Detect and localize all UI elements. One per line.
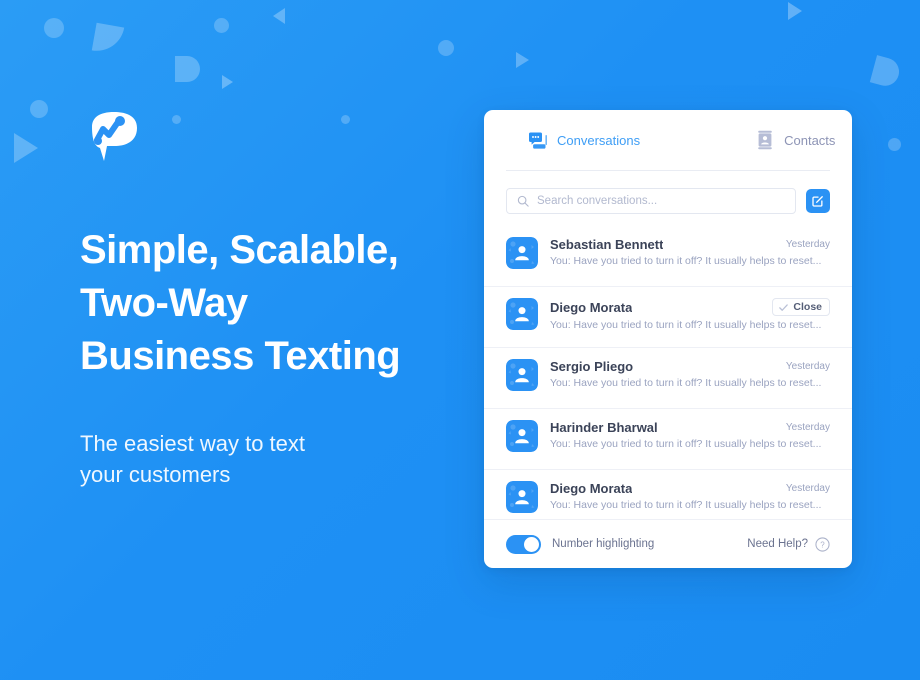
person-avatar-icon xyxy=(506,237,538,269)
conversation-name: Sergio Pliego xyxy=(550,359,634,374)
question-mark-circle-icon: ? xyxy=(815,536,830,552)
conversation-topline: Sergio Pliego Yesterday xyxy=(550,359,830,374)
person-avatar-icon xyxy=(506,298,538,330)
conversation-topline: Harinder Bharwal Yesterday xyxy=(550,420,830,435)
search-row xyxy=(484,171,852,226)
card-footer: Number highlighting Need Help? ? xyxy=(484,519,852,568)
deco-circle xyxy=(438,40,454,56)
check-icon xyxy=(779,303,789,311)
conversation-timestamp: Yesterday xyxy=(785,361,830,372)
need-help-label: Need Help? xyxy=(747,538,808,550)
search-input[interactable] xyxy=(537,195,785,207)
deco-circle xyxy=(30,100,48,118)
deco-triangle xyxy=(14,133,38,163)
number-highlighting-toggle[interactable] xyxy=(506,534,541,554)
deco-triangle xyxy=(222,75,233,89)
conversation-body: Harinder Bharwal Yesterday You: Have you t… xyxy=(550,420,830,450)
deco-half-circle xyxy=(175,56,200,82)
tab-conversations-label: Conversations xyxy=(557,132,641,148)
conversation-topline: Diego Morata Close xyxy=(550,298,830,316)
brand-logo-icon xyxy=(92,112,137,161)
conversation-list: Sebastian Bennett Yesterday You: Have you … xyxy=(484,226,852,519)
compose-pencil-icon xyxy=(812,195,824,207)
number-highlighting-group: Number highlighting xyxy=(506,534,655,554)
conversation-topline: Diego Morata Yesterday xyxy=(550,481,830,496)
person-avatar-icon xyxy=(506,420,538,452)
app-card: Conversations Contacts Search conversati… xyxy=(484,110,852,568)
deco-half-circle xyxy=(91,22,125,56)
tab-contacts-label: Contacts xyxy=(784,132,836,148)
conversation-body: Diego Morata Close You: Have you tried to … xyxy=(550,298,830,331)
conversation-preview: You: Have you tried to turn it off? It u… xyxy=(550,499,822,511)
conversation-close-label: Close xyxy=(793,301,822,313)
search-box[interactable] xyxy=(506,188,796,214)
conversation-preview: You: Have you tried to turn it off? It u… xyxy=(550,255,822,267)
page-root: Simple, Scalable, Two-Way Business Texti… xyxy=(0,0,920,680)
conversation-timestamp: Yesterday xyxy=(785,422,830,433)
conversation-preview: You: Have you tried to turn it off? It u… xyxy=(550,377,822,389)
need-help-group[interactable]: Need Help? ? xyxy=(747,536,830,552)
conversation-row[interactable]: Sergio Pliego Yesterday You: Have you trie… xyxy=(484,348,852,409)
conversation-preview: You: Have you tried to turn it off? It u… xyxy=(550,319,822,331)
conversation-body: Diego Morata Yesterday You: Have you tried… xyxy=(550,481,830,511)
conversation-timestamp: Yesterday xyxy=(785,239,830,250)
compose-button[interactable] xyxy=(806,189,830,213)
deco-circle xyxy=(44,18,64,38)
person-avatar-icon xyxy=(506,481,538,513)
deco-half-circle xyxy=(869,55,903,89)
hero-section: Simple, Scalable, Two-Way Business Texti… xyxy=(80,105,460,491)
deco-triangle xyxy=(788,2,802,20)
deco-triangle xyxy=(516,52,529,68)
deco-circle xyxy=(214,18,229,33)
deco-circle xyxy=(888,138,901,151)
tab-bar: Conversations Contacts xyxy=(484,110,852,170)
conversation-row[interactable]: Sebastian Bennett Yesterday You: Have you … xyxy=(484,226,852,287)
conversation-preview: You: Have you tried to turn it off? It u… xyxy=(550,438,822,450)
conversation-row[interactable]: Harinder Bharwal Yesterday You: Have you t… xyxy=(484,409,852,470)
deco-triangle xyxy=(273,8,285,24)
conversation-body: Sergio Pliego Yesterday You: Have you trie… xyxy=(550,359,830,389)
search-icon xyxy=(517,195,529,207)
page-title: Simple, Scalable, Two-Way Business Texti… xyxy=(80,228,401,379)
conversation-name: Harinder Bharwal xyxy=(550,420,658,435)
conversation-name: Diego Morata xyxy=(550,299,633,315)
conversation-body: Sebastian Bennett Yesterday You: Have you … xyxy=(550,237,830,267)
conversation-topline: Sebastian Bennett Yesterday xyxy=(550,237,830,252)
conversation-name: Diego Morata xyxy=(550,481,633,496)
conversation-row[interactable]: Diego Morata Close You: Have you tried to … xyxy=(484,287,852,348)
tab-contacts[interactable]: Contacts xyxy=(755,130,835,150)
tab-conversations[interactable]: Conversations xyxy=(528,130,640,150)
svg-text:?: ? xyxy=(820,540,825,549)
conversation-row[interactable]: Diego Morata Yesterday You: Have you tried… xyxy=(484,470,852,519)
number-highlighting-label: Number highlighting xyxy=(552,538,655,550)
conversation-timestamp: Yesterday xyxy=(785,483,830,494)
conversation-name: Sebastian Bennett xyxy=(550,237,664,252)
page-subtitle: The easiest way to text your customers xyxy=(80,430,305,488)
chat-bubbles-icon xyxy=(529,132,547,149)
person-avatar-icon xyxy=(506,359,538,391)
conversation-close-button[interactable]: Close xyxy=(772,298,830,316)
contact-card-icon xyxy=(758,130,772,150)
